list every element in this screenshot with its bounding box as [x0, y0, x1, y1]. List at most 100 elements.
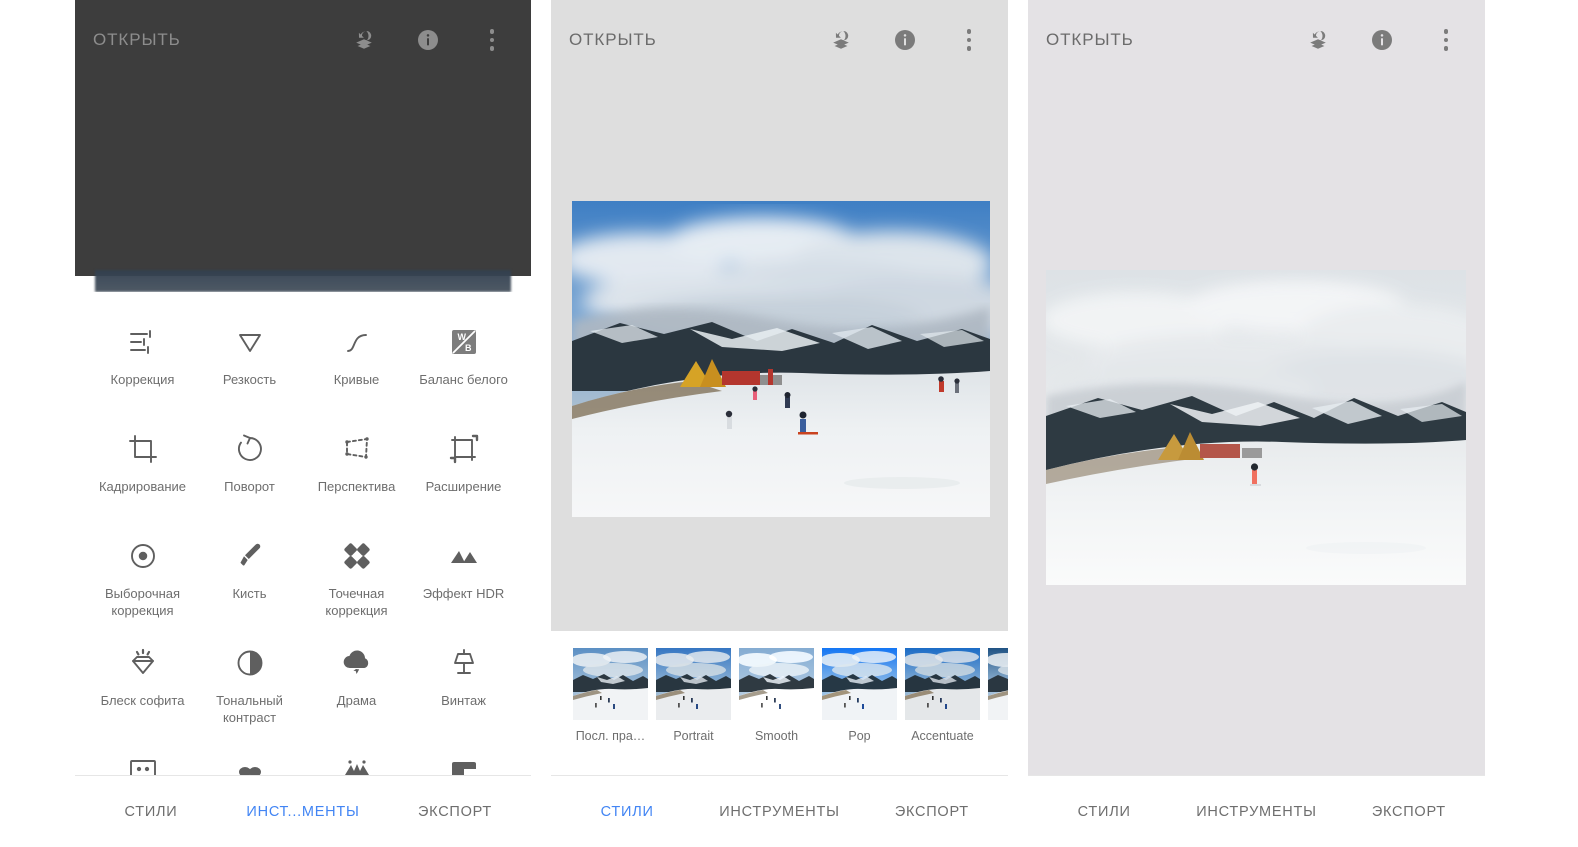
info-icon[interactable]	[415, 27, 441, 53]
panel2-canvas: ОТКРЫТЬ	[551, 0, 1008, 631]
nav-tab-1[interactable]: ИНСТРУМЕНТЫ	[703, 804, 855, 820]
expand-icon	[447, 429, 481, 469]
tool-label: Баланс белого	[417, 371, 511, 388]
tool-label: Выборочная коррекция	[96, 585, 190, 619]
screenshot-root: ОТКРЫТЬ	[0, 0, 1578, 847]
tool-item-partial-0[interactable]	[89, 740, 196, 775]
filter-label: Portrait	[656, 729, 731, 743]
styles-filter-strip[interactable]: Посл. пра… Portrait Smooth Pop Accentuate Fad	[551, 631, 1008, 775]
crop-icon	[126, 429, 160, 469]
filter-label: Accentuate	[905, 729, 980, 743]
filter-label: Pop	[822, 729, 897, 743]
tool-item-12[interactable]: Блеск софита	[89, 633, 196, 740]
undo-layers-icon[interactable]	[351, 27, 377, 53]
tool-label: Коррекция	[96, 371, 190, 388]
tool-label: Тональный контраст	[203, 692, 297, 726]
tool-item-10[interactable]: Точечная коррекция	[303, 526, 410, 633]
panel1-dark-canvas: ОТКРЫТЬ	[75, 0, 531, 276]
tool-label: Резкость	[203, 371, 297, 388]
panel3-bottom-nav: СТИЛИИНСТРУМЕНТЫЭКСПОРТ	[1028, 775, 1485, 847]
glamour-glow-icon	[126, 643, 160, 683]
main-photo-faded[interactable]	[1046, 270, 1466, 585]
filter-smooth[interactable]: Smooth	[739, 648, 814, 743]
tool-label: Расширение	[417, 478, 511, 495]
overflow-menu-icon[interactable]	[1433, 27, 1459, 53]
curves-icon	[340, 322, 374, 362]
hdr-mountains-icon	[447, 536, 481, 576]
nav-tab-0[interactable]: СТИЛИ	[1028, 804, 1180, 820]
perspective-icon	[340, 429, 374, 469]
panel3-appbar: ОТКРЫТЬ	[1028, 0, 1485, 80]
tool-item-partial-3[interactable]	[410, 740, 517, 775]
panel1-bottom-nav: СТИЛИИНСТ...МЕНТЫЭКСПОРТ	[75, 775, 531, 847]
undo-layers-icon[interactable]	[1305, 27, 1331, 53]
vignette-icon	[447, 750, 481, 775]
tool-item-13[interactable]: Тональный контраст	[196, 633, 303, 740]
tool-item-1[interactable]: Резкость	[196, 312, 303, 419]
tool-item-9[interactable]: Кисть	[196, 526, 303, 633]
filter-pop[interactable]: Pop	[822, 648, 897, 743]
tool-item-partial-1[interactable]	[196, 740, 303, 775]
filter-thumbnail	[656, 648, 731, 720]
tool-item-8[interactable]: Выборочная коррекция	[89, 526, 196, 633]
tools-grid-container: КоррекцияРезкостьКривыеWBБаланс белогоКа…	[75, 292, 531, 775]
nav-tab-2[interactable]: ЭКСПОРТ	[379, 804, 531, 820]
open-button-panel3[interactable]: ОТКРЫТЬ	[1046, 30, 1134, 50]
nav-tab-0[interactable]: СТИЛИ	[551, 804, 703, 820]
filter-thumbnail	[822, 648, 897, 720]
brush-icon	[233, 536, 267, 576]
tools-grid: КоррекцияРезкостьКривыеWBБаланс белогоКа…	[75, 292, 531, 775]
filter-last-edit[interactable]: Посл. пра…	[573, 648, 648, 743]
grunge-icon	[233, 750, 267, 775]
tool-label: Точечная коррекция	[310, 585, 404, 619]
panel-faded-screen: ОТКРЫТЬ	[1028, 0, 1485, 847]
nav-tab-0[interactable]: СТИЛИ	[75, 804, 227, 820]
tool-item-6[interactable]: Перспектива	[303, 419, 410, 526]
filter-faded[interactable]: Fad	[988, 648, 1008, 743]
filter-thumbnail	[573, 648, 648, 720]
tool-label: Эффект HDR	[417, 585, 511, 602]
panel3-appbar-actions	[1305, 27, 1459, 53]
open-button-panel2[interactable]: ОТКРЫТЬ	[569, 30, 657, 50]
nav-tab-1[interactable]: ИНСТ...МЕНТЫ	[227, 804, 379, 820]
tool-item-partial-2[interactable]	[303, 740, 410, 775]
filter-label: Посл. пра…	[573, 729, 648, 743]
info-icon[interactable]	[892, 27, 918, 53]
tool-item-4[interactable]: Кадрирование	[89, 419, 196, 526]
panel-tools-screen: ОТКРЫТЬ	[75, 0, 531, 847]
frames-icon	[126, 750, 160, 775]
open-button-panel1[interactable]: ОТКРЫТЬ	[93, 30, 181, 50]
filter-accentuate[interactable]: Accentuate	[905, 648, 980, 743]
tool-item-0[interactable]: Коррекция	[89, 312, 196, 419]
overflow-menu-icon[interactable]	[956, 27, 982, 53]
tool-item-5[interactable]: Поворот	[196, 419, 303, 526]
undo-layers-icon[interactable]	[828, 27, 854, 53]
tool-item-15[interactable]: Винтаж	[410, 633, 517, 740]
healing-icon	[340, 536, 374, 576]
nav-tab-2[interactable]: ЭКСПОРТ	[856, 804, 1008, 820]
info-icon[interactable]	[1369, 27, 1395, 53]
main-photo[interactable]	[572, 201, 990, 517]
tool-item-7[interactable]: Расширение	[410, 419, 517, 526]
panel2-bottom-nav: СТИЛИИНСТРУМЕНТЫЭКСПОРТ	[551, 775, 1008, 847]
panel3-canvas: ОТКРЫТЬ	[1028, 0, 1485, 775]
tool-item-3[interactable]: WBБаланс белого	[410, 312, 517, 419]
tool-item-11[interactable]: Эффект HDR	[410, 526, 517, 633]
nav-tab-2[interactable]: ЭКСПОРТ	[1333, 804, 1485, 820]
svg-text:B: B	[465, 343, 472, 353]
tool-label: Кадрирование	[96, 478, 190, 495]
tool-label: Винтаж	[417, 692, 511, 709]
panel1-appbar-actions	[351, 27, 505, 53]
tool-label: Драма	[310, 692, 404, 709]
nav-tab-1[interactable]: ИНСТРУМЕНТЫ	[1180, 804, 1332, 820]
triangle-down-icon	[233, 322, 267, 362]
vintage-lamp-icon	[447, 643, 481, 683]
tool-label: Блеск софита	[96, 692, 190, 709]
filter-label: Fad	[988, 729, 1008, 743]
tool-label: Кривые	[310, 371, 404, 388]
tool-item-2[interactable]: Кривые	[303, 312, 410, 419]
filter-portrait[interactable]: Portrait	[656, 648, 731, 743]
panel1-appbar: ОТКРЫТЬ	[75, 0, 531, 80]
tool-item-14[interactable]: Драма	[303, 633, 410, 740]
overflow-menu-icon[interactable]	[479, 27, 505, 53]
